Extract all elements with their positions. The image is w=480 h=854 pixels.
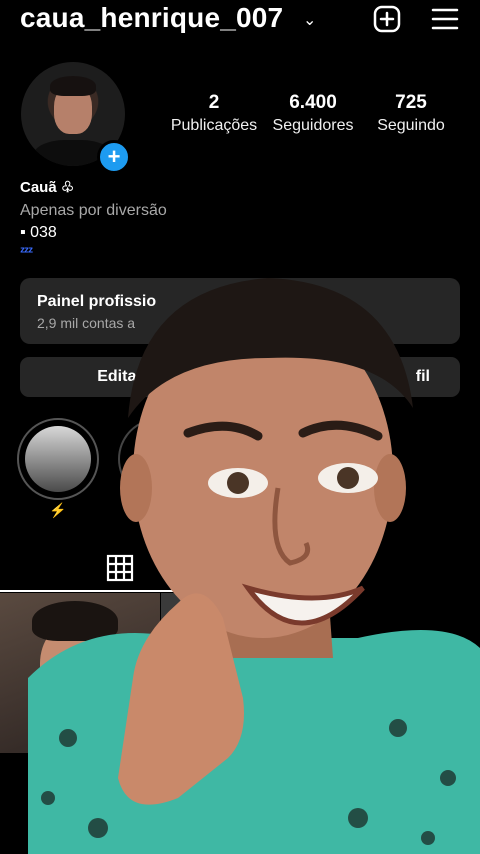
overlay-person-image [28,278,480,854]
hamburger-menu-icon[interactable] [430,4,460,34]
stat-followers[interactable]: 6.400 Seguidores [266,92,360,135]
add-story-button[interactable]: + [97,140,131,174]
stat-posts-value: 2 [208,92,220,113]
plus-square-icon[interactable] [372,4,402,34]
stat-following[interactable]: 725 Seguindo [370,92,452,135]
chevron-down-icon[interactable]: ⌄ [303,10,316,30]
sleep-emoji: ᶻᶻᶻ [20,243,33,259]
stat-followers-label: Seguidores [272,117,354,134]
display-name: Cauã ♧ [20,179,75,196]
stat-followers-value: 6.400 [289,92,337,113]
stat-following-value: 725 [395,92,427,113]
stat-following-label: Seguindo [377,117,445,134]
bio-text: Apenas por diversão [20,202,167,219]
stat-posts-label: Publicações [170,117,258,134]
bio-extra-line: ▪ 038 [20,224,57,241]
profile-username[interactable]: caua_henrique_007 [20,2,283,34]
stat-posts[interactable]: 2 Publicações [168,92,260,135]
